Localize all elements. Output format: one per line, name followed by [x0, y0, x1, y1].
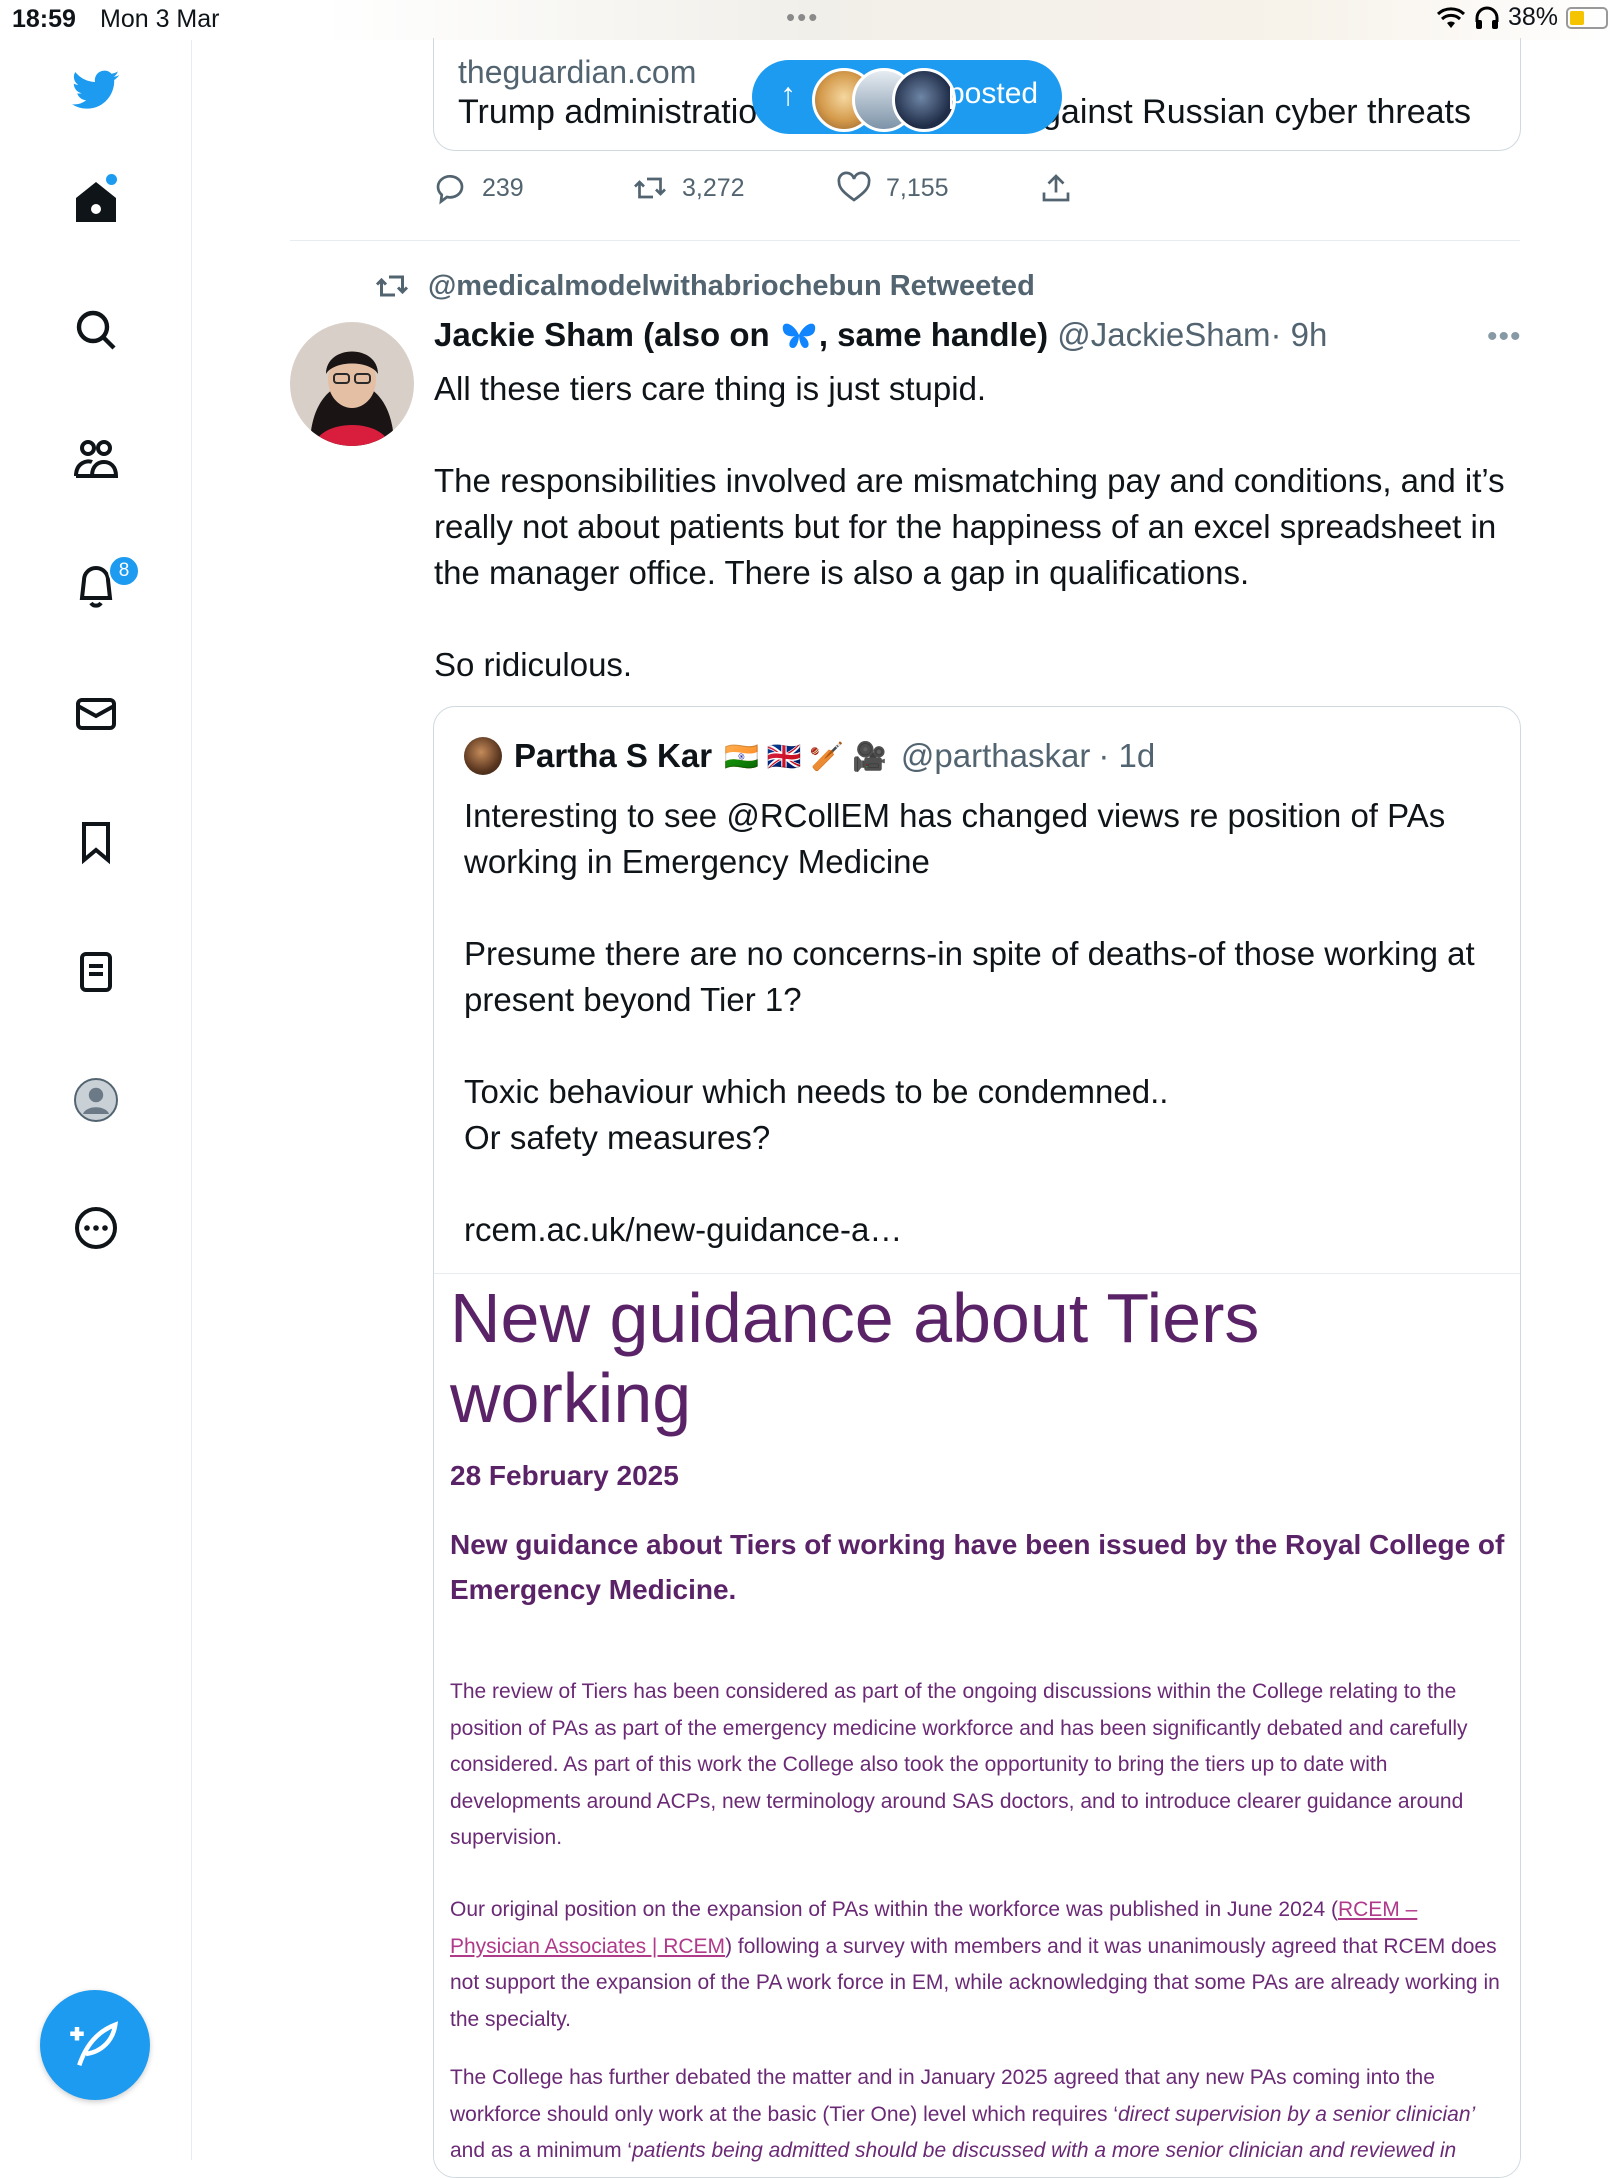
- retweet-small-icon: [375, 275, 409, 297]
- retweet-context[interactable]: @medicalmodelwithabriochebun Retweeted: [374, 268, 1035, 304]
- headphones-icon: [1475, 6, 1499, 29]
- like-button[interactable]: 7,155: [836, 170, 949, 206]
- reply-button[interactable]: 239: [432, 170, 524, 206]
- tweet-paragraph: So ridiculous.: [434, 646, 633, 683]
- more-circle-icon[interactable]: [66, 1198, 126, 1258]
- quoted-author-name: Partha S Kar: [514, 737, 713, 774]
- retweet-icon: [634, 177, 666, 199]
- link-title-right: gainst Russian cyber threats: [1042, 93, 1471, 131]
- heart-icon: [837, 171, 871, 202]
- reply-bubble-icon: [436, 175, 464, 205]
- compose-feather-icon: [70, 2021, 119, 2066]
- search-icon[interactable]: [66, 300, 126, 360]
- new-posts-pill[interactable]: ↑ posted: [752, 60, 1062, 134]
- article-paragraph-3: The College has further debated the matt…: [450, 2060, 1510, 2177]
- article-image[interactable]: New guidance about Tiers working 28 Febr…: [434, 1273, 1520, 2177]
- notifications-badge: 8: [108, 555, 140, 587]
- link-domain: theguardian.com: [458, 54, 697, 90]
- quoted-author-avatar: [464, 737, 502, 775]
- status-right-cluster: 38%: [1436, 3, 1608, 32]
- battery-percent: 38%: [1507, 3, 1558, 31]
- timeline-divider: [290, 240, 1520, 241]
- quoted-author-emojis: 🇮🇳 🇬🇧 🏏 🎥: [724, 740, 887, 772]
- butterfly-icon: [782, 323, 816, 348]
- tweet-more-icon[interactable]: •••: [1487, 320, 1522, 354]
- status-date: Mon 3 Mar: [100, 5, 220, 33]
- lists-icon[interactable]: [66, 942, 126, 1002]
- retweeted-by-label: @medicalmodelwithabriochebun Retweeted: [428, 269, 1035, 302]
- retweet-button[interactable]: 3,272: [632, 170, 745, 206]
- link-title-left: Trump administratio: [458, 93, 758, 131]
- article-text: and as a minimum ‘: [450, 2139, 633, 2162]
- quoted-author-handle: @parthaskar: [900, 737, 1091, 774]
- article-paragraph-1: The review of Tiers has been considered …: [450, 1680, 1468, 1849]
- bookmark-icon[interactable]: [66, 812, 126, 872]
- article-date: 28 February 2025: [450, 1460, 679, 1491]
- quoted-paragraph: Presume there are no concerns-in spite o…: [464, 935, 1475, 1018]
- arrow-up-icon: ↑: [780, 76, 796, 112]
- tweet-header: Jackie Sham (also on , same handle) @Jac…: [434, 316, 1327, 354]
- quoted-tweet-text: Interesting to see @RCollEM has changed …: [464, 793, 1494, 1299]
- twitter-bird-icon[interactable]: [66, 60, 126, 120]
- home-icon[interactable]: [66, 172, 126, 232]
- article-lead: New guidance about Tiers of working have…: [450, 1529, 1505, 1605]
- article-quote: direct supervision by a senior clinician…: [1118, 2102, 1476, 2126]
- quoted-tweet-card[interactable]: Partha S Kar 🇮🇳 🇬🇧 🏏 🎥 @parthaskar · 1d …: [433, 706, 1521, 2178]
- quoted-tweet-header: Partha S Kar 🇮🇳 🇬🇧 🏏 🎥 @parthaskar · 1d: [464, 737, 1155, 775]
- profile-avatar-icon[interactable]: [66, 1070, 126, 1130]
- messages-envelope-icon[interactable]: [66, 684, 126, 744]
- battery-icon: [1566, 6, 1608, 29]
- quoted-tweet-time: · 1d: [1098, 737, 1156, 774]
- retweet-count: 3,272: [682, 173, 745, 202]
- article-paragraph-2: Our original position on the expansion o…: [450, 1892, 1510, 2038]
- share-icon: [1042, 174, 1070, 202]
- like-count: 7,155: [886, 173, 949, 202]
- reply-count: 239: [482, 173, 524, 202]
- author-handle[interactable]: @JackieSham: [1057, 316, 1270, 353]
- quoted-paragraph: Toxic behaviour which needs to be condem…: [464, 1073, 1169, 1156]
- quoted-paragraph: Interesting to see @RCollEM has changed …: [464, 797, 1446, 880]
- tweet-paragraph: The responsibilities involved are mismat…: [434, 462, 1505, 591]
- quoted-link[interactable]: rcem.ac.uk/new-guidance-a…: [464, 1207, 1494, 1253]
- author-name[interactable]: Jackie Sham (also on: [434, 316, 770, 353]
- share-button[interactable]: [1038, 170, 1074, 206]
- author-name-suffix: , same handle): [818, 316, 1049, 353]
- article-heading: New guidance about Tiers working: [450, 1279, 1260, 1437]
- status-bar: 18:59 Mon 3 Mar ••• 38%: [0, 0, 1620, 40]
- wifi-icon: [1436, 6, 1465, 28]
- tweet-paragraph: All these tiers care thing is just stupi…: [434, 370, 987, 407]
- communities-icon[interactable]: [66, 430, 126, 490]
- author-avatar[interactable]: [290, 322, 414, 446]
- multitasking-dots-icon[interactable]: •••: [786, 2, 819, 33]
- compose-button[interactable]: [40, 1990, 150, 2100]
- article-text: Our original position on the expansion o…: [450, 1898, 1338, 1921]
- pill-label: posted: [948, 77, 1039, 110]
- home-unread-dot: [106, 174, 117, 185]
- status-time: 18:59: [12, 5, 76, 33]
- tweet-text: All these tiers care thing is just stupi…: [434, 366, 1524, 734]
- pill-avatar-3: [892, 68, 956, 132]
- tweet-time: · 9h: [1270, 316, 1328, 353]
